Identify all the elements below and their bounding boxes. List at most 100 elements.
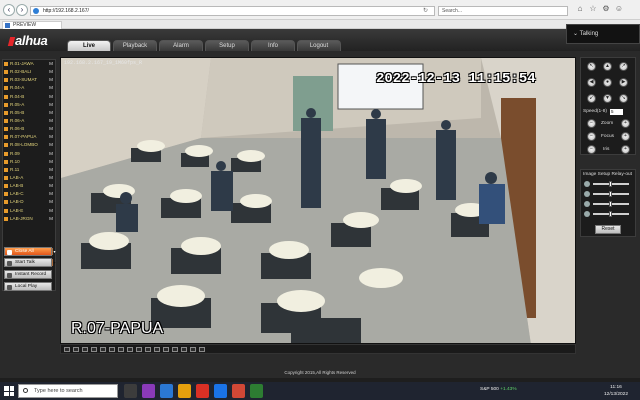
slider-knob[interactable] bbox=[609, 211, 612, 217]
channel-stream-flag[interactable]: M bbox=[49, 133, 53, 141]
layout-toolbar-icon[interactable] bbox=[172, 347, 178, 352]
channel-stream-flag[interactable]: M bbox=[49, 60, 53, 68]
channel-item[interactable]: R.06-A M bbox=[3, 117, 55, 125]
layout-toolbar-icon[interactable] bbox=[64, 347, 70, 352]
refresh-icon[interactable]: ↻ bbox=[423, 6, 428, 16]
channel-stream-flag[interactable]: M bbox=[49, 76, 53, 84]
channel-item[interactable]: R.06-B M bbox=[3, 125, 55, 133]
focus-minus-icon[interactable]: − bbox=[587, 132, 596, 141]
back-icon[interactable]: ‹ bbox=[3, 4, 15, 16]
layout-toolbar-icon[interactable] bbox=[163, 347, 169, 352]
menu-tab-live[interactable]: Live bbox=[67, 40, 111, 51]
channel-item[interactable]: R.03-SUMAT M bbox=[3, 76, 55, 84]
speed-select[interactable]: 5 bbox=[610, 109, 623, 115]
windows-start-icon[interactable] bbox=[4, 386, 14, 396]
channel-stream-flag[interactable]: M bbox=[49, 141, 53, 149]
layout-toolbar-icon[interactable] bbox=[181, 347, 187, 352]
start-talk-button[interactable]: Start Talk ▾ bbox=[4, 258, 56, 267]
image-adjust-slider[interactable] bbox=[593, 201, 629, 207]
channel-stream-flag[interactable]: M bbox=[49, 158, 53, 166]
layout-toolbar-icon[interactable] bbox=[109, 347, 115, 352]
menu-tab-alarm[interactable]: Alarm bbox=[159, 40, 203, 51]
ie-icon[interactable] bbox=[214, 384, 227, 398]
dropdown-icon[interactable]: ▾ bbox=[52, 248, 56, 255]
layout-toolbar-icon[interactable] bbox=[118, 347, 124, 352]
menu-tab-logout[interactable]: Logout bbox=[297, 40, 341, 51]
browser-search-input[interactable]: Search... bbox=[438, 6, 568, 16]
tab-preview[interactable]: PREVIEW bbox=[2, 21, 62, 29]
address-bar[interactable]: http://192.168.2.167/ bbox=[30, 6, 435, 16]
edge-icon[interactable] bbox=[160, 384, 173, 398]
channel-item[interactable]: R.04-B M bbox=[3, 93, 55, 101]
channel-stream-flag[interactable]: M bbox=[49, 68, 53, 76]
dropdown-icon[interactable]: ▾ bbox=[52, 259, 56, 266]
file-explorer-icon[interactable] bbox=[178, 384, 191, 398]
slider-knob[interactable] bbox=[609, 201, 612, 207]
image-adjust-slider[interactable] bbox=[593, 211, 629, 217]
stock-widget[interactable]: S&P 500 +1.43% bbox=[480, 387, 517, 392]
menu-tab-setup[interactable]: Setup bbox=[205, 40, 249, 51]
instant-record-button[interactable]: Instant Record bbox=[4, 270, 52, 279]
clock[interactable]: 11:16 12/13/2022 bbox=[604, 384, 628, 398]
channel-stream-flag[interactable]: M bbox=[49, 182, 53, 190]
taskbar-search-input[interactable]: Type here to search bbox=[18, 384, 118, 398]
channel-stream-flag[interactable]: M bbox=[49, 215, 53, 223]
channel-stream-flag[interactable]: M bbox=[49, 117, 53, 125]
menu-tab-info[interactable]: Info bbox=[251, 40, 295, 51]
smiley-icon[interactable]: ☺ bbox=[614, 4, 624, 14]
ptz-center-icon[interactable]: ● bbox=[603, 78, 612, 87]
channel-stream-flag[interactable]: M bbox=[49, 174, 53, 182]
ptz-up-icon[interactable]: ▲ bbox=[603, 62, 612, 71]
iris-minus-icon[interactable]: − bbox=[587, 145, 596, 154]
channel-item[interactable]: R.04-A M bbox=[3, 84, 55, 92]
slider-knob[interactable] bbox=[609, 191, 612, 197]
iris-plus-icon[interactable]: + bbox=[621, 145, 630, 154]
channel-item[interactable]: LAB-E M bbox=[3, 207, 55, 215]
channel-item[interactable]: R.11 M bbox=[3, 166, 55, 174]
channel-stream-flag[interactable]: M bbox=[49, 150, 53, 158]
layout-toolbar-icon[interactable] bbox=[190, 347, 196, 352]
channel-item[interactable]: LAB-JRGN M bbox=[3, 215, 55, 223]
channel-item[interactable]: R.09 M bbox=[3, 150, 55, 158]
slider-knob[interactable] bbox=[609, 181, 612, 187]
channel-item[interactable]: R.10 M bbox=[3, 158, 55, 166]
layout-toolbar-icon[interactable] bbox=[100, 347, 106, 352]
channel-item[interactable]: R.05-A M bbox=[3, 101, 55, 109]
channel-stream-flag[interactable]: M bbox=[49, 93, 53, 101]
layout-toolbar-icon[interactable] bbox=[199, 347, 205, 352]
relay-out-tab[interactable]: Relay-out bbox=[611, 170, 632, 179]
reset-button[interactable]: Reset bbox=[595, 225, 621, 234]
layout-toolbar-icon[interactable] bbox=[154, 347, 160, 352]
channel-stream-flag[interactable]: M bbox=[49, 207, 53, 215]
channel-item[interactable]: R.01-JAWA M bbox=[3, 60, 55, 68]
image-adjust-slider[interactable] bbox=[593, 191, 629, 197]
app-icon[interactable] bbox=[142, 384, 155, 398]
channel-stream-flag[interactable]: M bbox=[49, 190, 53, 198]
home-icon[interactable]: ⌂ bbox=[575, 4, 585, 14]
star-icon[interactable]: ☆ bbox=[588, 4, 598, 14]
layout-toolbar-icon[interactable] bbox=[127, 347, 133, 352]
ptz-up-left-icon[interactable]: ↖ bbox=[587, 62, 596, 71]
ptz-left-icon[interactable]: ◀ bbox=[587, 78, 596, 87]
channel-item[interactable]: LAB-C M bbox=[3, 190, 55, 198]
local-play-button[interactable]: Local Play bbox=[4, 282, 52, 291]
app-icon[interactable] bbox=[232, 384, 245, 398]
talk-panel[interactable]: ⌄ Talking bbox=[566, 24, 640, 44]
layout-toolbar-icon[interactable] bbox=[145, 347, 151, 352]
focus-plus-icon[interactable]: + bbox=[621, 132, 630, 141]
chrome-icon[interactable] bbox=[196, 384, 209, 398]
channel-item[interactable]: LAB-B M bbox=[3, 182, 55, 190]
channel-item[interactable]: R.02-BALI M bbox=[3, 68, 55, 76]
layout-toolbar-icon[interactable] bbox=[73, 347, 79, 352]
channel-stream-flag[interactable]: M bbox=[49, 198, 53, 206]
task-view-icon[interactable] bbox=[124, 384, 137, 398]
channel-stream-flag[interactable]: M bbox=[49, 166, 53, 174]
channel-item[interactable]: R.05-B M bbox=[3, 109, 55, 117]
ptz-down-right-icon[interactable]: ↘ bbox=[619, 94, 628, 103]
zoom-minus-icon[interactable]: − bbox=[587, 119, 596, 128]
forward-icon[interactable]: › bbox=[16, 4, 28, 16]
channel-stream-flag[interactable]: M bbox=[49, 125, 53, 133]
layout-toolbar-icon[interactable] bbox=[136, 347, 142, 352]
channel-item[interactable]: R.08-LOMBO M bbox=[3, 141, 55, 149]
layout-toolbar-icon[interactable] bbox=[91, 347, 97, 352]
